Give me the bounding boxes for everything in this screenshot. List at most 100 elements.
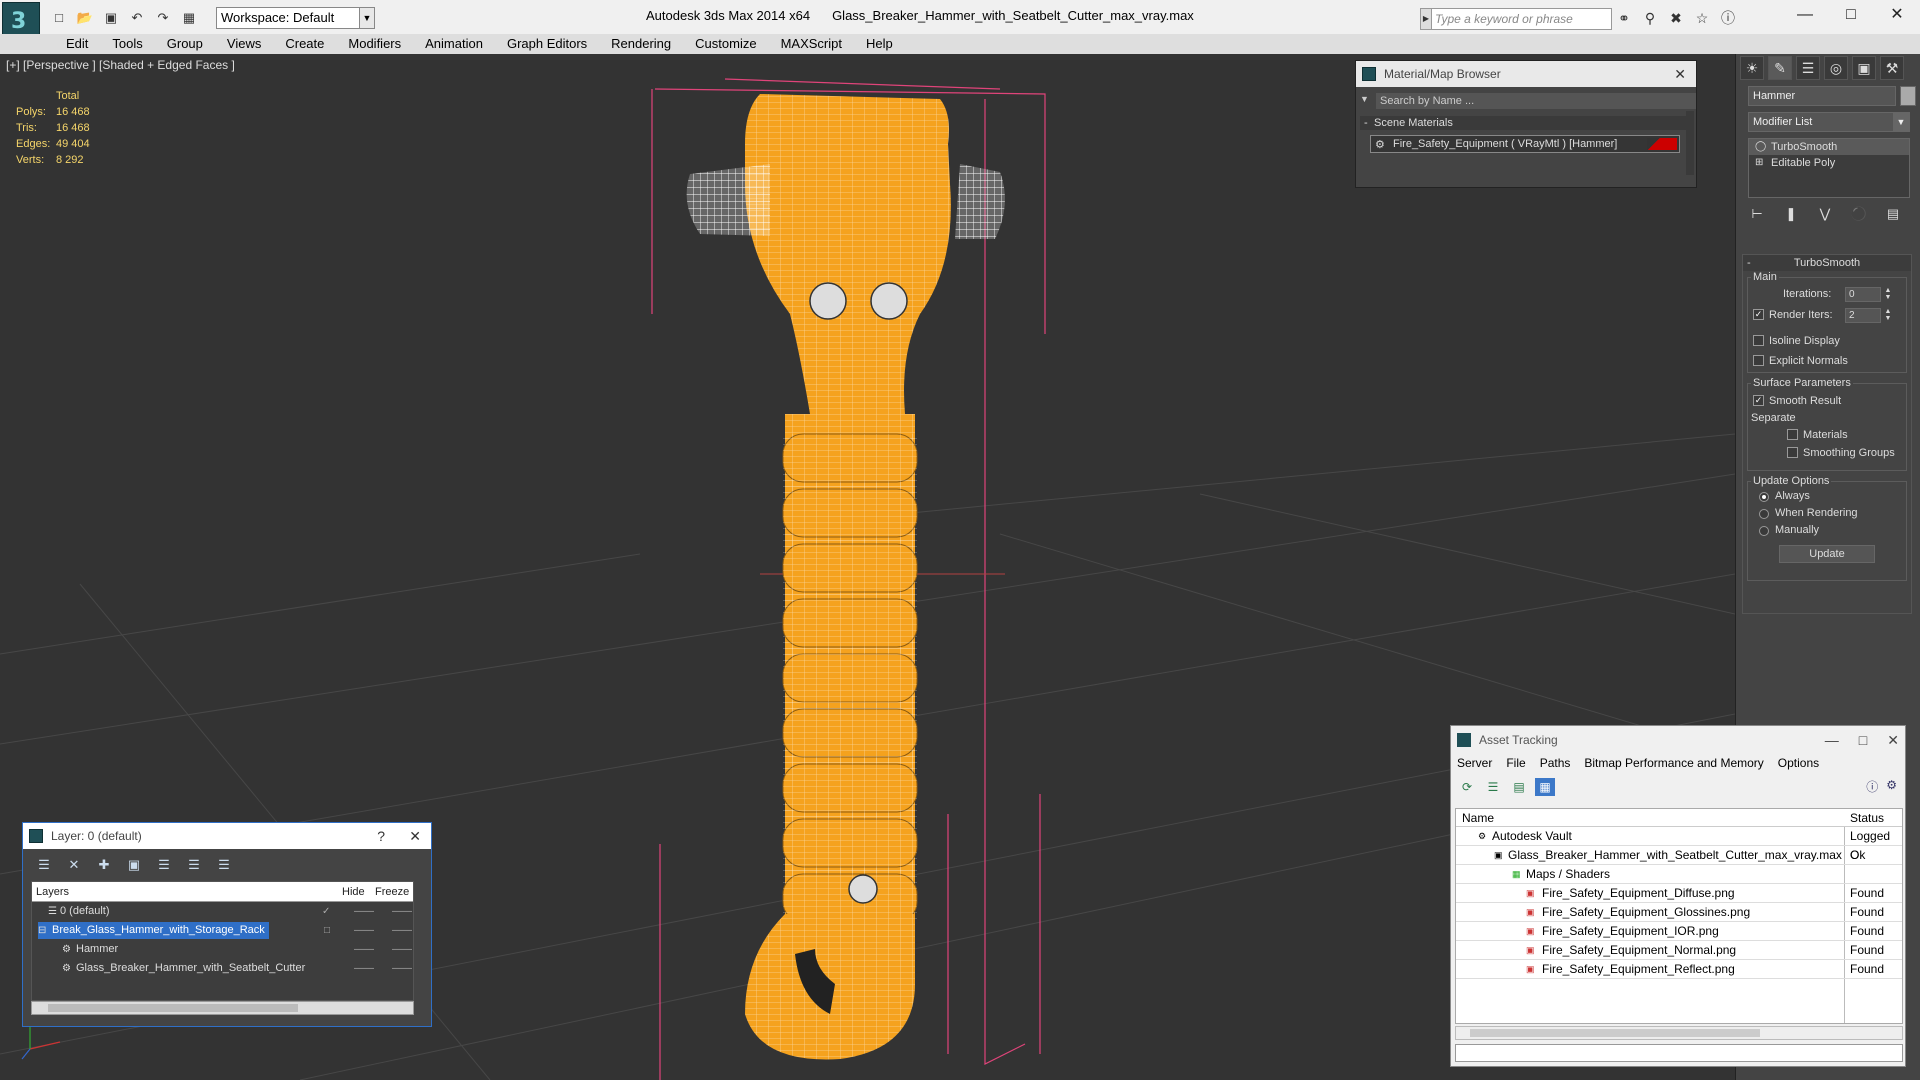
asset-row[interactable]: ⚙ Autodesk Vault Logged O xyxy=(1456,827,1902,862)
pin-stack-icon[interactable]: ⊢ xyxy=(1746,204,1768,224)
object-name[interactable]: Hammer xyxy=(62,941,122,958)
render-iters-spinner[interactable]: 2 xyxy=(1845,308,1881,323)
favorites-icon[interactable]: ☆ xyxy=(1692,9,1712,27)
menu-group[interactable]: Group xyxy=(155,34,215,54)
modifier-list-dropdown[interactable]: Modifier List ▼ xyxy=(1748,112,1910,132)
collapse-icon[interactable]: - xyxy=(1364,116,1368,130)
render-iters-checkbox[interactable]: ✓ xyxy=(1753,309,1764,320)
asset-row[interactable]: ▦ Maps / Shaders xyxy=(1456,865,1902,884)
asset-row[interactable]: ▣ Fire_Safety_Equipment_Glossines.png Fo… xyxy=(1456,903,1902,922)
isoline-display-checkbox[interactable] xyxy=(1753,335,1764,346)
asset-row[interactable]: ▣ Glass_Breaker_Hammer_with_Seatbelt_Cut… xyxy=(1456,846,1902,865)
hide-toggle[interactable]: —— xyxy=(354,902,374,921)
material-search-input[interactable]: Search by Name ... xyxy=(1376,93,1696,109)
freeze-toggle[interactable]: —— xyxy=(392,921,412,940)
update-when-rendering-radio[interactable] xyxy=(1759,509,1769,519)
save-icon[interactable]: ▣ xyxy=(100,7,122,29)
modifier-stack[interactable]: ◯ TurboSmooth ⊞ Editable Poly xyxy=(1748,138,1910,198)
layer-name[interactable]: 0 (default) xyxy=(46,903,114,920)
menu-graph-editors[interactable]: Graph Editors xyxy=(495,34,599,54)
highlight-layer-icon[interactable]: ☰ xyxy=(153,855,175,875)
asset-row[interactable]: ▣ Fire_Safety_Equipment_IOR.png Found xyxy=(1456,922,1902,941)
object-color-swatch[interactable] xyxy=(1900,86,1916,106)
new-file-icon[interactable]: □ xyxy=(48,7,70,29)
layer-list[interactable]: Layers Hide Freeze ☰ 0 (default) ✓ —— ——… xyxy=(31,881,414,1001)
close-icon[interactable]: ✕ xyxy=(1674,61,1686,87)
spinner-arrows-icon[interactable]: ▲ ▼ xyxy=(1883,308,1893,323)
current-layer-check-icon[interactable]: ✓ xyxy=(322,902,330,921)
menu-rendering[interactable]: Rendering xyxy=(599,34,683,54)
set-current-icon[interactable]: □ xyxy=(324,921,330,940)
explicit-normals-checkbox[interactable] xyxy=(1753,355,1764,366)
asset-tracking-titlebar[interactable]: Asset Tracking — □ ✕ xyxy=(1451,726,1905,754)
separate-materials-checkbox[interactable] xyxy=(1787,429,1798,440)
utilities-tab-icon[interactable]: ⚒ xyxy=(1880,56,1904,80)
menu-options[interactable]: Options xyxy=(1778,756,1819,770)
settings-icon[interactable]: ⚙ xyxy=(1886,778,1897,795)
asset-list[interactable]: Name Status ⚙ Autodesk Vault Logged O ▣ … xyxy=(1455,808,1903,1024)
search-input[interactable]: ▶ Type a keyword or phrase xyxy=(1420,8,1612,30)
chevron-down-icon[interactable]: ▼ xyxy=(1360,94,1369,104)
delete-layer-icon[interactable]: ✕ xyxy=(63,855,85,875)
layer-row[interactable]: ☰ 0 (default) ✓ —— —— xyxy=(32,902,413,921)
asset-row[interactable]: ▣ Fire_Safety_Equipment_Diffuse.png Foun… xyxy=(1456,884,1902,903)
smooth-result-checkbox[interactable]: ✓ xyxy=(1753,395,1764,406)
rollout-title[interactable]: - TurboSmooth xyxy=(1743,255,1911,271)
column-hide[interactable]: Hide xyxy=(342,882,365,902)
project-folder-icon[interactable]: ▦ xyxy=(178,7,200,29)
display-tab-icon[interactable]: ▣ xyxy=(1852,56,1876,80)
create-layer-icon[interactable]: ☰ xyxy=(33,855,55,875)
menu-maxscript[interactable]: MAXScript xyxy=(769,34,854,54)
menu-help[interactable]: Help xyxy=(854,34,905,54)
hide-toggle[interactable]: —— xyxy=(354,940,374,959)
menu-paths[interactable]: Paths xyxy=(1540,756,1571,770)
close-icon[interactable]: ✕ xyxy=(409,823,421,849)
thumbnail-view-icon[interactable]: ▤ xyxy=(1509,778,1529,796)
freeze-all-icon[interactable]: ☰ xyxy=(213,855,235,875)
menu-customize[interactable]: Customize xyxy=(683,34,768,54)
chevron-down-icon[interactable]: ▼ xyxy=(1893,113,1909,131)
scene-materials-section[interactable]: - Scene Materials xyxy=(1360,116,1690,130)
column-name[interactable]: Name xyxy=(1462,809,1494,827)
menu-server[interactable]: Server xyxy=(1457,756,1492,770)
viewport-label[interactable]: [+] [Perspective ] [Shaded + Edged Faces… xyxy=(6,58,235,72)
hide-toggle[interactable]: —— xyxy=(354,959,374,978)
make-unique-icon[interactable]: ⋁ xyxy=(1814,204,1836,224)
update-always-radio[interactable] xyxy=(1759,492,1769,502)
scrollbar-thumb[interactable] xyxy=(1470,1029,1760,1037)
modify-tab-icon[interactable]: ✎ xyxy=(1768,56,1792,80)
column-freeze[interactable]: Freeze xyxy=(375,882,409,902)
menu-views[interactable]: Views xyxy=(215,34,273,54)
remove-modifier-icon[interactable]: ⚫ xyxy=(1848,204,1870,224)
menu-tools[interactable]: Tools xyxy=(100,34,154,54)
horizontal-scrollbar[interactable] xyxy=(1455,1026,1903,1040)
object-name[interactable]: Glass_Breaker_Hammer_with_Seatbelt_Cutte… xyxy=(62,960,309,977)
column-layers[interactable]: Layers xyxy=(36,882,69,902)
open-file-icon[interactable]: 📂 xyxy=(74,7,96,29)
key-icon[interactable]: ⚲ xyxy=(1640,9,1660,27)
menu-modifiers[interactable]: Modifiers xyxy=(336,34,413,54)
workspace-select[interactable]: Workspace: Default ▼ xyxy=(216,7,375,29)
material-item[interactable]: ⚙ Fire_Safety_Equipment ( VRayMtl ) [Ham… xyxy=(1370,135,1680,153)
chevron-down-icon[interactable]: ▼ xyxy=(359,7,375,29)
material-browser-titlebar[interactable]: Material/Map Browser ✕ xyxy=(1356,61,1696,87)
update-button[interactable]: Update xyxy=(1779,545,1875,563)
maximize-icon[interactable]: □ xyxy=(1828,0,1874,30)
redo-icon[interactable]: ↷ xyxy=(152,7,174,29)
binoculars-icon[interactable]: ⚭ xyxy=(1614,9,1634,27)
search-expand-icon[interactable]: ▶ xyxy=(1420,8,1432,30)
hide-all-icon[interactable]: ☰ xyxy=(183,855,205,875)
maximize-icon[interactable]: □ xyxy=(1859,726,1867,754)
object-name-field[interactable]: Hammer xyxy=(1748,86,1896,106)
refresh-icon[interactable]: ⟳ xyxy=(1457,778,1477,796)
configure-sets-icon[interactable]: ▤ xyxy=(1882,204,1904,224)
help-icon[interactable]: ⓘ xyxy=(1718,9,1738,27)
stack-item-editable-poly[interactable]: ⊞ Editable Poly xyxy=(1749,155,1909,171)
freeze-toggle[interactable]: —— xyxy=(392,902,412,921)
layer-name[interactable]: Break_Glass_Hammer_with_Storage_Rack xyxy=(38,922,269,939)
menu-file[interactable]: File xyxy=(1506,756,1525,770)
hide-toggle[interactable]: —— xyxy=(354,921,374,940)
close-icon[interactable]: ✕ xyxy=(1887,726,1899,754)
lightbulb-icon[interactable]: ◯ xyxy=(1755,139,1766,155)
expand-icon[interactable]: ⊟ xyxy=(38,921,46,940)
